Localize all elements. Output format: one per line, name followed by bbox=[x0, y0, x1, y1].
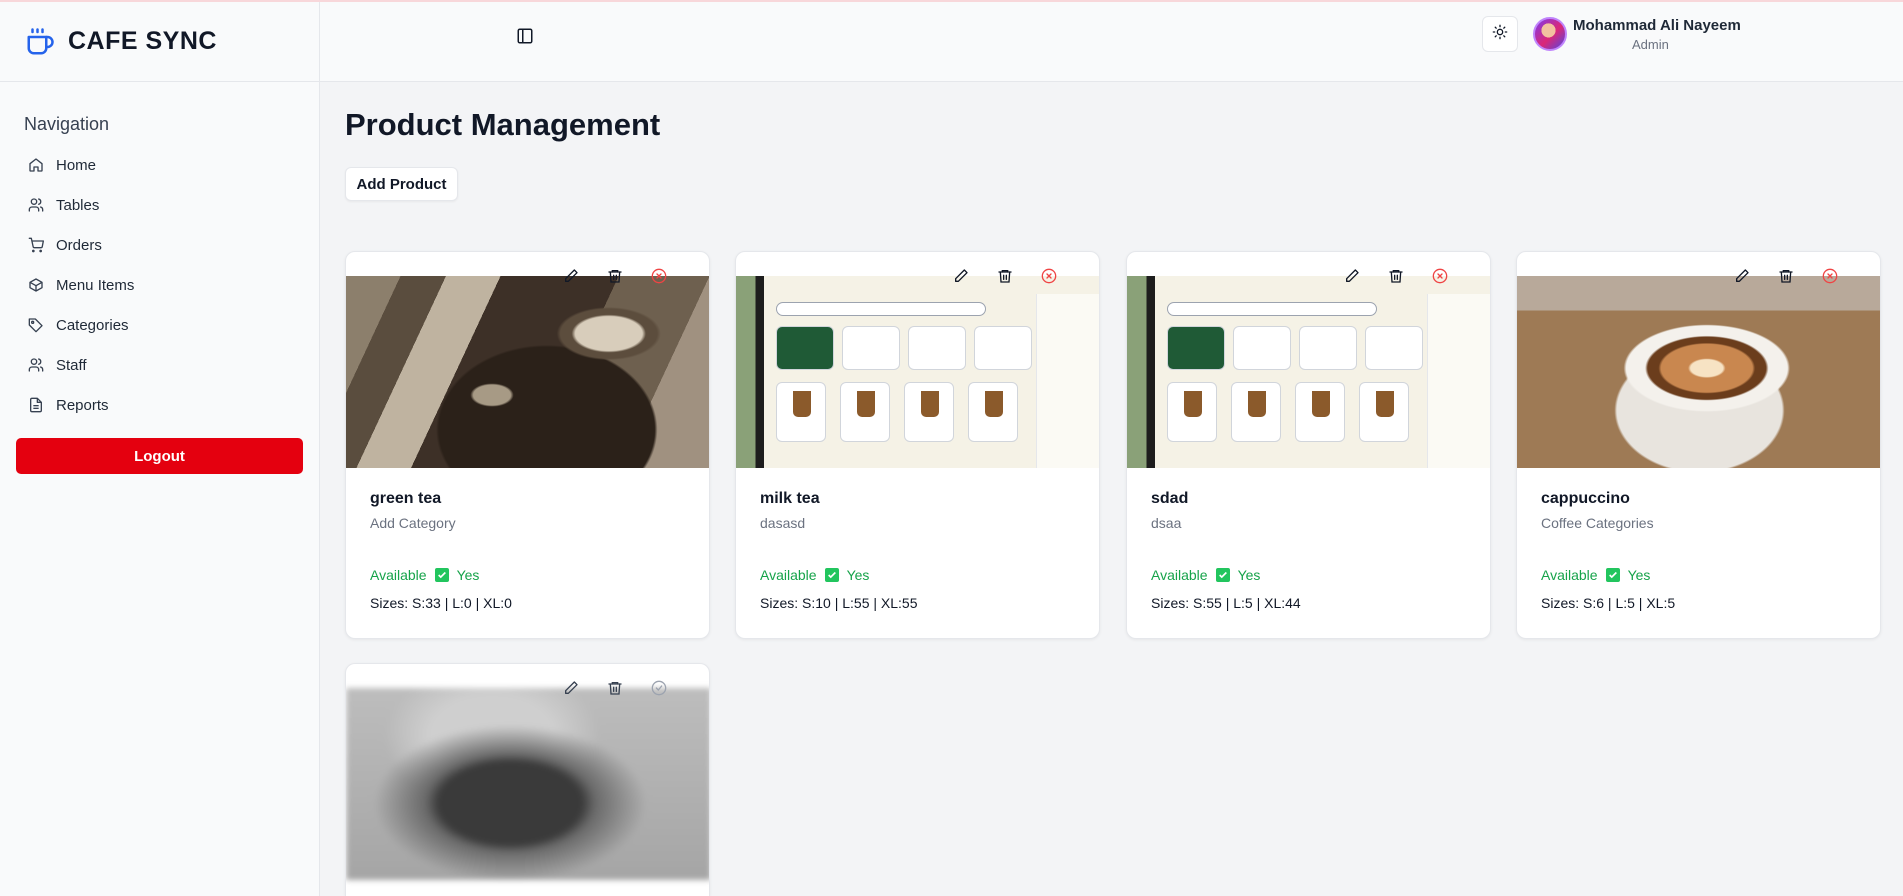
product-card: green tea Add Category Available Yes Siz… bbox=[345, 251, 710, 639]
sidebar-item-staff[interactable]: Staff bbox=[0, 345, 319, 385]
trash-icon[interactable] bbox=[995, 266, 1015, 286]
tag-icon bbox=[28, 317, 44, 333]
file-icon bbox=[28, 397, 44, 413]
edit-icon[interactable] bbox=[1732, 266, 1752, 286]
checkbox-icon bbox=[824, 568, 839, 582]
product-name: milk tea bbox=[760, 490, 820, 507]
availability-value: Yes bbox=[1627, 567, 1651, 583]
sidebar-item-reports[interactable]: Reports bbox=[0, 385, 319, 425]
product-card: sdad dsaa Available Yes Sizes: S:55 | L:… bbox=[1126, 251, 1491, 639]
user-role: Admin bbox=[1632, 37, 1669, 52]
x-circle-icon[interactable] bbox=[1430, 266, 1450, 286]
add-product-button[interactable]: Add Product bbox=[345, 167, 458, 201]
product-sizes: Sizes: S:33 | L:0 | XL:0 bbox=[370, 595, 512, 611]
trash-icon[interactable] bbox=[1386, 266, 1406, 286]
product-sizes: Sizes: S:6 | L:5 | XL:5 bbox=[1541, 595, 1676, 611]
product-image bbox=[736, 276, 1099, 468]
logout-button[interactable]: Logout bbox=[16, 438, 303, 474]
product-image bbox=[1127, 276, 1490, 468]
sidebar-item-label: Staff bbox=[56, 356, 87, 374]
checkbox-icon bbox=[434, 568, 449, 582]
users-icon bbox=[28, 357, 44, 373]
product-category: dsaa bbox=[1151, 515, 1182, 531]
top-header: Mohammad Ali Nayeem Admin bbox=[320, 2, 1903, 82]
edit-icon[interactable] bbox=[561, 266, 581, 286]
sun-icon bbox=[1492, 24, 1508, 45]
product-name: cappuccino bbox=[1541, 490, 1630, 507]
availability-value: Yes bbox=[846, 567, 870, 583]
page-title: Product Management bbox=[345, 107, 661, 142]
availability-value: Yes bbox=[456, 567, 480, 583]
product-sizes: Sizes: S:55 | L:5 | XL:44 bbox=[1151, 595, 1301, 611]
product-image bbox=[1517, 276, 1880, 468]
edit-icon[interactable] bbox=[1342, 266, 1362, 286]
trash-icon[interactable] bbox=[1776, 266, 1796, 286]
cart-icon bbox=[28, 237, 44, 253]
brand[interactable]: CAFE SYNC bbox=[0, 2, 319, 82]
app-title: CAFE SYNC bbox=[68, 27, 217, 55]
sidebar: CAFE SYNC Navigation Home Tables Orders bbox=[0, 2, 320, 896]
product-image bbox=[346, 276, 709, 468]
product-card: milk tea dasasd Available Yes Sizes: S:1… bbox=[735, 251, 1100, 639]
availability-label: Available bbox=[370, 567, 427, 583]
availability-value: Yes bbox=[1237, 567, 1261, 583]
sidebar-item-categories[interactable]: Categories bbox=[0, 305, 319, 345]
user-name: Mohammad Ali Nayeem bbox=[1573, 17, 1741, 34]
sidebar-item-label: Reports bbox=[56, 396, 109, 414]
sidebar-item-label: Orders bbox=[56, 236, 102, 254]
checkbox-icon bbox=[1605, 568, 1620, 582]
product-card bbox=[345, 663, 710, 896]
product-sizes: Sizes: S:10 | L:55 | XL:55 bbox=[760, 595, 918, 611]
box-icon bbox=[28, 277, 44, 293]
nav-heading: Navigation bbox=[24, 114, 110, 134]
product-card: cappuccino Coffee Categories Available Y… bbox=[1516, 251, 1881, 639]
availability: Available Yes bbox=[1541, 567, 1650, 583]
product-category: Add Category bbox=[370, 515, 456, 531]
product-name: green tea bbox=[370, 490, 442, 507]
availability: Available Yes bbox=[1151, 567, 1260, 583]
availability-label: Available bbox=[1151, 567, 1208, 583]
availability: Available Yes bbox=[760, 567, 869, 583]
edit-icon[interactable] bbox=[951, 266, 971, 286]
sidebar-item-label: Home bbox=[56, 156, 97, 174]
nav-list: Home Tables Orders Menu Items Categories bbox=[0, 145, 319, 425]
sidebar-item-orders[interactable]: Orders bbox=[0, 225, 319, 265]
theme-toggle-button[interactable] bbox=[1482, 16, 1518, 52]
edit-icon[interactable] bbox=[561, 678, 581, 698]
availability: Available Yes bbox=[370, 567, 479, 583]
home-icon bbox=[28, 157, 44, 173]
sidebar-item-home[interactable]: Home bbox=[0, 145, 319, 185]
product-name: sdad bbox=[1151, 490, 1189, 507]
trash-icon[interactable] bbox=[605, 266, 625, 286]
users-icon bbox=[28, 197, 44, 213]
sidebar-item-label: Tables bbox=[56, 196, 100, 214]
product-category: dasasd bbox=[760, 515, 806, 531]
x-circle-icon[interactable] bbox=[649, 266, 669, 286]
sidebar-toggle-icon[interactable] bbox=[513, 24, 537, 48]
coffee-cup-icon bbox=[24, 26, 56, 58]
avatar[interactable] bbox=[1533, 17, 1567, 51]
product-category: Coffee Categories bbox=[1541, 515, 1654, 531]
sidebar-item-label: Menu Items bbox=[56, 276, 135, 294]
x-circle-icon[interactable] bbox=[1820, 266, 1840, 286]
check-circle-icon[interactable] bbox=[649, 678, 669, 698]
x-circle-icon[interactable] bbox=[1039, 266, 1059, 286]
trash-icon[interactable] bbox=[605, 678, 625, 698]
sidebar-item-tables[interactable]: Tables bbox=[0, 185, 319, 225]
availability-label: Available bbox=[1541, 567, 1598, 583]
checkbox-icon bbox=[1215, 568, 1230, 582]
availability-label: Available bbox=[760, 567, 817, 583]
sidebar-item-menu-items[interactable]: Menu Items bbox=[0, 265, 319, 305]
product-image bbox=[346, 688, 709, 880]
sidebar-item-label: Categories bbox=[56, 316, 129, 334]
